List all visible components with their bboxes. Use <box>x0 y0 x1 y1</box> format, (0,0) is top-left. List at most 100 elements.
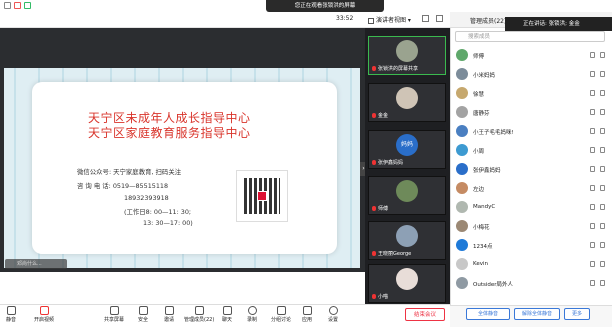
avatar <box>456 125 468 137</box>
mic-muted-icon <box>372 160 376 165</box>
chat-button[interactable]: 聊天 <box>222 306 232 323</box>
microphone-icon[interactable] <box>590 52 595 58</box>
wechat-info: 微信公众号: 天宁家庭教育, 扫码关注 <box>77 168 182 176</box>
member-row[interactable]: 小米妈妈 <box>450 66 612 83</box>
microphone-icon <box>6 306 16 315</box>
camera-icon[interactable] <box>600 280 605 286</box>
record-icon <box>247 306 257 315</box>
mic-muted-icon <box>372 251 376 256</box>
camera-icon[interactable] <box>600 71 605 77</box>
security-button[interactable]: 安全 <box>138 306 148 323</box>
member-row[interactable]: 1234点 <box>450 237 612 254</box>
shield-icon <box>138 306 148 315</box>
member-row[interactable]: Outsider局外人 <box>450 275 612 292</box>
member-row[interactable]: 师傅 <box>450 47 612 64</box>
thumbnail-label: 王晓丽George <box>378 251 412 257</box>
apps-icon <box>302 306 312 315</box>
participants-title: 管理成员(22) <box>470 18 507 25</box>
microphone-icon[interactable] <box>590 204 595 210</box>
microphone-icon[interactable] <box>590 185 595 191</box>
manage-members-button[interactable]: 管理成员(22) <box>184 306 214 323</box>
thumbnail-tile[interactable]: 张锁洪的屏幕共享 <box>368 36 446 75</box>
thumbnail-tile[interactable]: 金金 <box>368 83 446 122</box>
member-row[interactable]: 小王子毛毛妈咪! <box>450 123 612 140</box>
member-row[interactable]: 左边 <box>450 180 612 197</box>
microphone-icon[interactable] <box>590 90 595 96</box>
thumbnail-label: 张锁洪的屏幕共享 <box>378 66 419 72</box>
microphone-icon[interactable] <box>590 71 595 77</box>
avatar <box>456 220 468 232</box>
member-row[interactable]: Kevin <box>450 256 612 273</box>
microphone-icon[interactable] <box>590 223 595 229</box>
member-name: 左边 <box>473 187 485 193</box>
microphone-icon[interactable] <box>590 128 595 134</box>
invite-button[interactable]: 邀请 <box>164 306 174 323</box>
member-name: 师傅 <box>473 54 485 60</box>
fullscreen-icon[interactable] <box>422 15 429 22</box>
member-name: 小米妈妈 <box>473 73 496 79</box>
camera-icon[interactable] <box>600 147 605 153</box>
meeting-timer: 33:52 <box>336 15 354 22</box>
member-name: MandyC <box>473 204 496 210</box>
microphone-icon[interactable] <box>590 166 595 172</box>
hours-info-2: 13: 30—17: 00) <box>143 219 193 227</box>
avatar: 妈妈 <box>396 134 418 156</box>
breakout-icon <box>276 306 286 315</box>
qr-logo-icon <box>257 191 267 201</box>
microphone-icon[interactable] <box>590 261 595 267</box>
mute-all-button[interactable]: 全体静音 <box>466 308 510 320</box>
microphone-icon[interactable] <box>590 147 595 153</box>
thumbnail-tile[interactable]: 妈妈 张伊鑫妈妈 <box>368 130 446 169</box>
avatar <box>456 68 468 80</box>
camera-off-icon <box>39 306 49 315</box>
camera-icon[interactable] <box>600 185 605 191</box>
camera-icon[interactable] <box>600 90 605 96</box>
thumbnail-label: 师傅 <box>378 206 389 212</box>
member-name: 唐静芬 <box>473 111 490 117</box>
member-row[interactable]: 唐静芬 <box>450 104 612 121</box>
record-button[interactable]: 录制 <box>247 306 257 323</box>
camera-icon[interactable] <box>600 261 605 267</box>
add-user-icon <box>164 306 174 315</box>
thumbnail-tile[interactable]: 师傅 <box>368 176 446 215</box>
gear-icon <box>328 306 338 315</box>
start-video-button[interactable]: 开启视频 <box>34 306 54 323</box>
member-name: 小梅花 <box>473 225 490 231</box>
settings-button[interactable]: 设置 <box>328 306 338 323</box>
more-button[interactable]: 更多 <box>564 308 590 320</box>
camera-icon[interactable] <box>600 242 605 248</box>
camera-icon[interactable] <box>600 223 605 229</box>
end-meeting-button[interactable]: 结束会议 <box>405 308 445 321</box>
member-row[interactable]: MandyC <box>450 199 612 216</box>
speaker-name-pill: 邓尚什么... <box>5 259 67 269</box>
thumbnail-tile[interactable]: 王晓丽George <box>368 221 446 260</box>
camera-icon[interactable] <box>600 109 605 115</box>
thumbnail-tile[interactable]: 小喵 <box>368 264 446 303</box>
members-icon <box>194 306 204 315</box>
camera-icon[interactable] <box>600 204 605 210</box>
member-search-input[interactable]: 搜索成员 <box>455 31 605 42</box>
avatar <box>396 40 418 62</box>
apps-button[interactable]: 应用 <box>302 306 312 323</box>
camera-icon[interactable] <box>600 128 605 134</box>
member-row[interactable]: 小周 <box>450 142 612 159</box>
member-name: 1234点 <box>473 244 493 250</box>
slide-title-line2: 天宁区家庭教育服务指导中心 <box>88 126 251 140</box>
view-selector[interactable]: 演讲者视图 ▾ <box>368 15 411 24</box>
popout-icon[interactable] <box>436 15 443 22</box>
microphone-icon[interactable] <box>590 280 595 286</box>
unmute-all-button[interactable]: 解除全体静音 <box>514 308 560 320</box>
microphone-icon[interactable] <box>590 242 595 248</box>
breakout-button[interactable]: 分组讨论 <box>271 306 291 323</box>
avatar <box>456 182 468 194</box>
mute-button[interactable]: 静音 <box>6 306 16 323</box>
member-row[interactable]: 徐慧 <box>450 85 612 102</box>
member-row[interactable]: 小梅花 <box>450 218 612 235</box>
member-row[interactable]: 张伊鑫妈妈 <box>450 161 612 178</box>
member-name: 小王子毛毛妈咪! <box>473 130 514 136</box>
share-screen-button[interactable]: 共享屏幕 <box>104 306 124 323</box>
camera-icon[interactable] <box>600 52 605 58</box>
microphone-icon[interactable] <box>590 109 595 115</box>
screen-share-banner: 您正在观看张锁洪的屏幕 <box>266 0 384 12</box>
camera-icon[interactable] <box>600 166 605 172</box>
